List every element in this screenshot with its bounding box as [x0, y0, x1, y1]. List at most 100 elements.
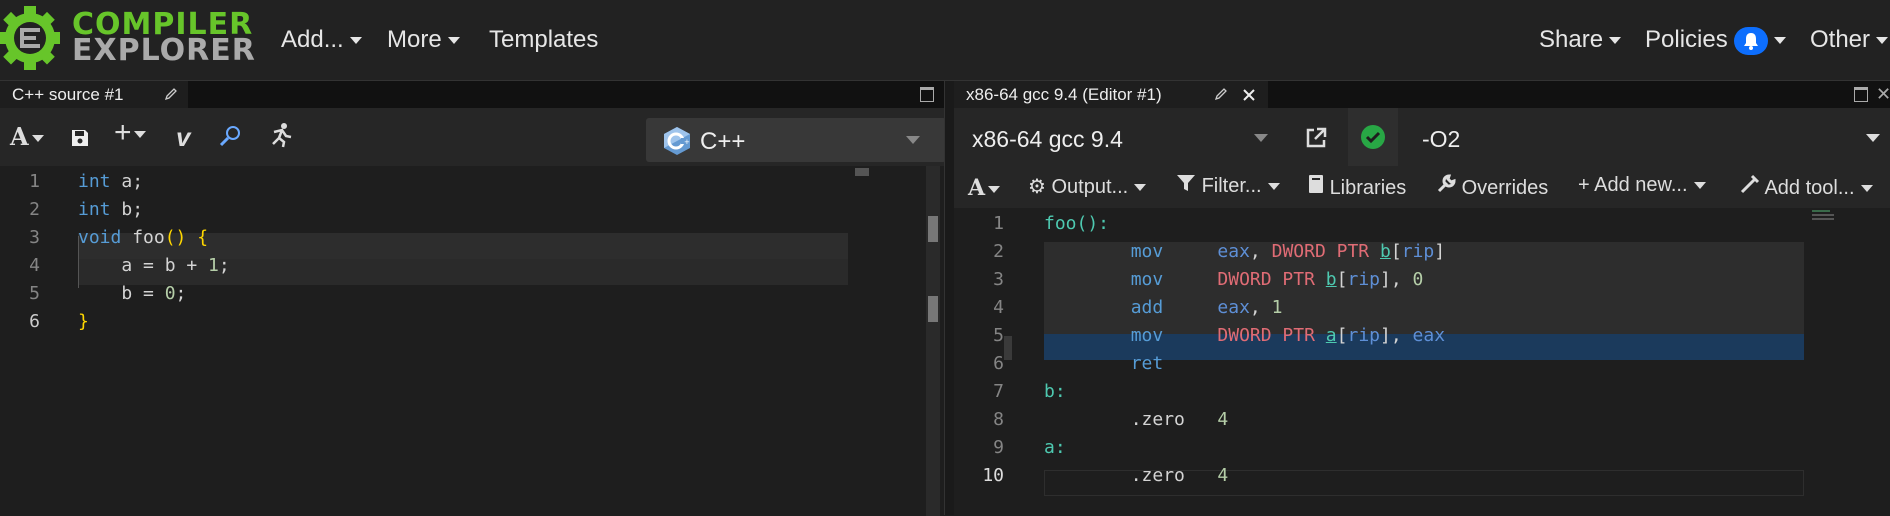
asm-line: foo():	[1044, 213, 1110, 234]
maximize-icon[interactable]	[1854, 87, 1868, 102]
caret-down-icon	[447, 37, 460, 45]
nav-other-label: Other	[1810, 26, 1871, 53]
assembly-output[interactable]: 1 2 3 4 5 6 7 8 9 10 foo(): mov eax, DWO…	[954, 208, 1890, 515]
tab-compiler[interactable]: x86-64 gcc 9.4 (Editor #1)	[954, 81, 1268, 108]
line-number: 4	[993, 297, 1004, 318]
scrollbar-thumb[interactable]	[928, 216, 938, 242]
language-label: C++	[700, 128, 746, 155]
line-number: 10	[982, 465, 1004, 486]
line-number: 5	[993, 325, 1004, 346]
line-number: 9	[993, 437, 1004, 458]
nav-share-menu[interactable]: Share	[1539, 26, 1622, 54]
compiler-options-input[interactable]: -O2	[1404, 116, 1860, 160]
line-number: 3	[993, 269, 1004, 290]
cpp-icon: +	[664, 127, 690, 155]
nav-templates-label: Templates	[489, 26, 599, 53]
pencil-icon[interactable]	[164, 87, 178, 101]
nav-add-label: Add...	[281, 26, 344, 53]
nav-share-label: Share	[1539, 26, 1604, 53]
line-number: 6	[29, 311, 40, 332]
asm-line: ret	[1130, 353, 1164, 374]
asm-line: b:	[1044, 381, 1066, 402]
line-number: 5	[29, 283, 40, 304]
book-icon	[1309, 175, 1323, 193]
maximize-icon[interactable]	[920, 87, 934, 102]
source-tab-title: C++ source #1	[12, 85, 124, 104]
line-number: 8	[993, 409, 1004, 430]
gutter-marker	[1004, 336, 1012, 360]
minimap[interactable]	[855, 168, 869, 176]
nav-more-menu[interactable]: More	[387, 26, 460, 54]
chevron-down-icon	[906, 136, 920, 144]
font-size-icon[interactable]: A	[968, 175, 1001, 201]
line-number: 3	[29, 227, 40, 248]
chevron-down-icon	[1254, 134, 1268, 142]
libraries-button[interactable]: Libraries	[1308, 174, 1406, 200]
output-menu[interactable]: ⚙ Output...	[1028, 174, 1147, 199]
compiler-explorer-logo-icon[interactable]	[0, 4, 62, 72]
asm-line: add eax, 1	[1130, 297, 1283, 318]
scrollbar-vertical[interactable]	[926, 166, 940, 516]
gear-icon: ⚙	[1028, 176, 1046, 198]
code-line: }	[78, 311, 89, 332]
asm-line: a:	[1044, 437, 1066, 458]
compiler-pane: x86-64 gcc 9.4 (Editor #1) ✕ x86-64 gcc …	[954, 81, 1890, 515]
overrides-button[interactable]: Overrides	[1436, 174, 1548, 200]
logo-text[interactable]: COMPILER EXPLORER	[72, 10, 256, 68]
asm-line: .zero 4	[1044, 409, 1229, 430]
line-number: 2	[29, 199, 40, 220]
caret-down-icon	[1609, 37, 1622, 45]
add-tool-menu[interactable]: Add tool...	[1740, 174, 1873, 200]
chevron-down-icon[interactable]	[1866, 134, 1880, 142]
run-icon[interactable]	[266, 122, 294, 148]
line-number: 1	[29, 171, 40, 192]
pencil-icon[interactable]	[1214, 87, 1228, 101]
line-number: 4	[29, 255, 40, 276]
vim-mode-icon[interactable]: v	[176, 122, 190, 153]
save-icon[interactable]	[70, 128, 90, 148]
add-pane-icon[interactable]: +	[114, 116, 146, 150]
compiler-selector-bar: x86-64 gcc 9.4 -O2	[954, 108, 1890, 166]
nav-other-menu[interactable]: Other	[1810, 26, 1889, 54]
search-code-icon[interactable]	[218, 124, 244, 148]
close-pane-icon[interactable]: ✕	[1876, 84, 1890, 105]
compiler-tabstrip: x86-64 gcc 9.4 (Editor #1) ✕	[954, 81, 1890, 108]
line-number: 1	[993, 213, 1004, 234]
asm-line: mov DWORD PTR b[rip], 0	[1130, 269, 1424, 290]
asm-line: .zero 4	[1044, 465, 1229, 486]
line-number: 2	[993, 241, 1004, 262]
font-size-icon[interactable]: A	[10, 122, 44, 151]
caret-down-icon	[1876, 37, 1889, 45]
compiler-tab-title: x86-64 gcc 9.4 (Editor #1)	[966, 85, 1162, 104]
tab-source[interactable]: C++ source #1	[0, 81, 188, 108]
caret-down-icon	[1773, 37, 1786, 45]
language-selector[interactable]: + C++	[646, 118, 946, 162]
filter-menu[interactable]: Filter...	[1176, 174, 1280, 198]
minimap[interactable]	[1812, 210, 1836, 226]
plus-icon: +	[1578, 174, 1590, 196]
nav-policies-label: Policies	[1645, 26, 1728, 53]
scrollbar-marker	[928, 296, 938, 322]
add-new-label: Add new...	[1594, 174, 1688, 196]
check-circle-icon	[1361, 125, 1385, 149]
close-icon[interactable]	[1242, 88, 1256, 102]
add-tool-label: Add tool...	[1764, 177, 1855, 199]
compile-status[interactable]	[1348, 108, 1398, 166]
add-new-menu[interactable]: + Add new...	[1578, 174, 1706, 197]
top-navbar: COMPILER EXPLORER Add... More Templates …	[0, 0, 1890, 81]
compiler-label: x86-64 gcc 9.4	[972, 126, 1123, 152]
nav-templates-link[interactable]: Templates	[489, 26, 598, 54]
code-line: int b;	[78, 199, 144, 220]
nav-policies-menu[interactable]: Policies	[1645, 26, 1786, 55]
logo-line-2: EXPLORER	[72, 33, 256, 68]
line-number: 7	[993, 381, 1004, 402]
source-editor-pane: C++ source #1 A + v + C++ 1 2 3 4 5 6 in…	[0, 81, 946, 516]
external-link-icon[interactable]	[1304, 126, 1328, 150]
bell-icon	[1733, 26, 1768, 55]
source-code-editor[interactable]: 1 2 3 4 5 6 int a; int b; void foo() { a…	[0, 166, 944, 516]
nav-add-menu[interactable]: Add...	[281, 26, 362, 54]
asm-line: mov DWORD PTR a[rip], eax	[1130, 325, 1446, 346]
compiler-picker[interactable]: x86-64 gcc 9.4	[960, 116, 1272, 160]
line-number: 6	[993, 353, 1004, 374]
output-label: Output...	[1051, 176, 1129, 198]
